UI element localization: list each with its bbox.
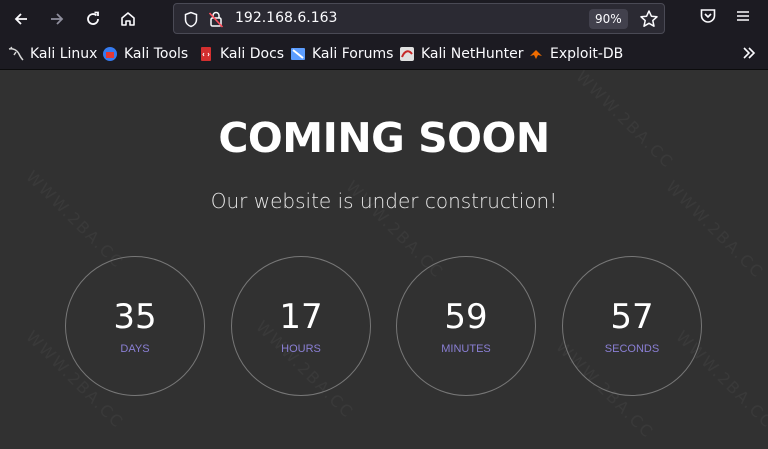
countdown-days: 35 DAYS	[65, 256, 205, 396]
browser-toolbar: 192.168.6.163 90% Kali Linux Kali Tools …	[0, 0, 768, 70]
chevron-double-right-icon[interactable]	[740, 44, 758, 62]
bookmark-label: Kali Docs	[220, 46, 285, 62]
url-text[interactable]: 192.168.6.163	[235, 10, 337, 26]
kali-nethunter-icon	[399, 46, 415, 62]
bookmark-star-icon[interactable]	[639, 9, 659, 29]
kali-docs-icon	[198, 46, 214, 62]
countdown-value: 57	[610, 297, 654, 337]
zoom-indicator[interactable]: 90%	[589, 9, 628, 29]
bookmark-label: Exploit-DB	[550, 46, 624, 62]
address-bar[interactable]: 192.168.6.163 90%	[173, 3, 665, 34]
back-button[interactable]	[9, 7, 33, 31]
arrow-right-icon	[51, 13, 64, 25]
bookmark-label: Kali NetHunter	[421, 46, 524, 62]
bookmark-kali-nethunter[interactable]: Kali NetHunter	[399, 44, 523, 64]
countdown-value: 35	[113, 297, 157, 337]
countdown-seconds: 57 SECONDS	[562, 256, 702, 396]
hamburger-menu-icon[interactable]	[734, 7, 752, 25]
countdown-unit: DAYS	[120, 343, 150, 355]
home-icon	[121, 12, 135, 26]
countdown-value: 17	[279, 297, 323, 337]
bookmark-kali-forums[interactable]: Kali Forums	[290, 44, 393, 64]
kali-dragon-icon	[8, 46, 24, 62]
kali-forums-icon	[290, 46, 306, 62]
kali-tools-icon	[102, 46, 118, 62]
bookmarks-toolbar: Kali Linux Kali Tools Kali Docs Kali For…	[0, 40, 768, 68]
reload-button[interactable]	[81, 7, 105, 31]
countdown-minutes: 59 MINUTES	[396, 256, 536, 396]
countdown-unit: HOURS	[281, 343, 321, 355]
watermark: WWW.2BA.CC	[22, 167, 127, 272]
insecure-lock-icon[interactable]	[209, 10, 223, 28]
shield-icon[interactable]	[183, 11, 199, 28]
countdown-unit: SECONDS	[604, 343, 660, 355]
pocket-icon[interactable]	[699, 7, 717, 25]
bookmark-label: Kali Linux	[30, 46, 98, 62]
home-button[interactable]	[116, 7, 140, 31]
arrow-left-icon	[14, 13, 27, 25]
exploit-db-icon	[528, 46, 544, 62]
forward-button[interactable]	[45, 7, 69, 31]
bookmark-kali-linux[interactable]: Kali Linux	[8, 44, 97, 64]
bookmark-label: Kali Forums	[312, 46, 394, 62]
reload-icon	[87, 11, 99, 25]
page-title: COMING SOON	[218, 114, 550, 162]
bookmark-kali-docs[interactable]: Kali Docs	[198, 44, 284, 64]
countdown-value: 59	[444, 297, 488, 337]
bookmark-label: Kali Tools	[124, 46, 189, 62]
countdown-hours: 17 HOURS	[231, 256, 371, 396]
countdown-unit: MINUTES	[441, 343, 491, 355]
bookmark-kali-tools[interactable]: Kali Tools	[102, 44, 188, 64]
bookmark-exploit-db[interactable]: Exploit-DB	[528, 44, 623, 64]
page-subtitle: Our website is under construction!	[210, 189, 558, 213]
web-page: WWW.2BA.CC WWW.2BA.CC WWW.2BA.CC WWW.2BA…	[0, 70, 768, 449]
